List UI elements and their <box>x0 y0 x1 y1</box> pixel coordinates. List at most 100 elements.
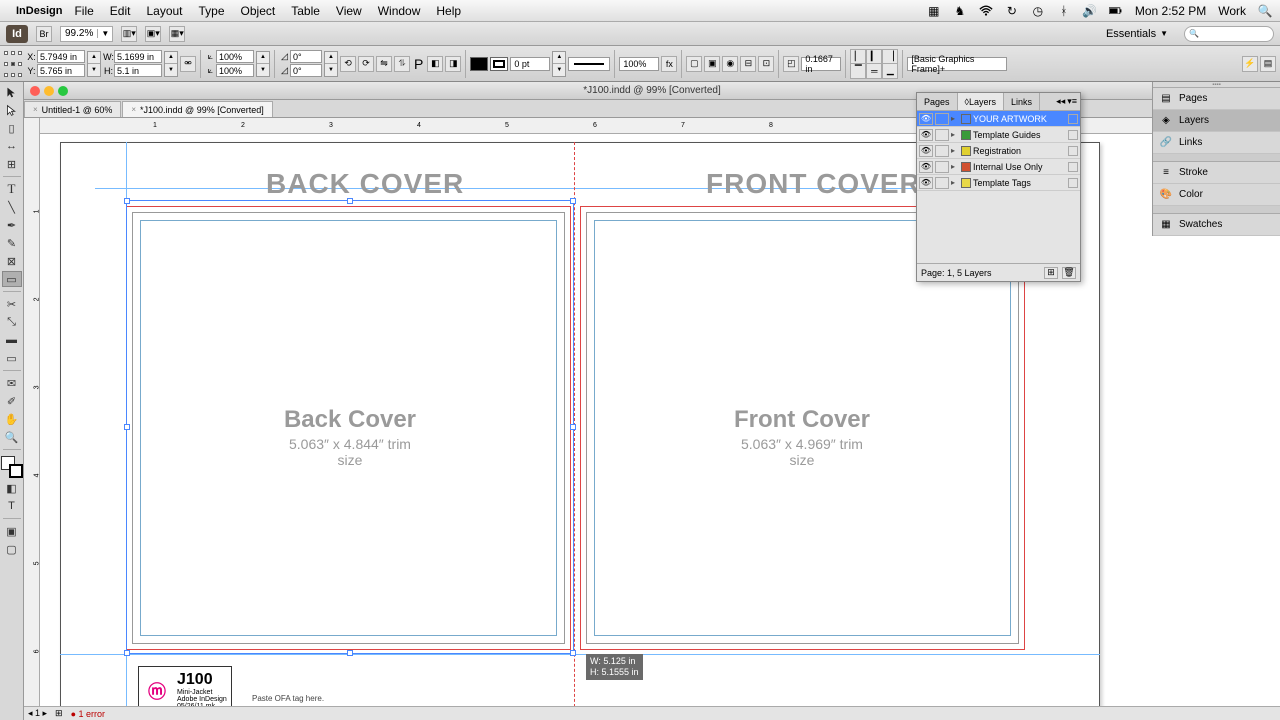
free-transform-tool[interactable]: ⤡ <box>2 314 22 330</box>
panel-tab-layers[interactable]: ◊ Layers <box>958 93 1004 110</box>
workspace-switcher[interactable]: Essentials▼ <box>1098 26 1176 42</box>
menu-help[interactable]: Help <box>436 4 461 18</box>
menuextra-icon[interactable]: ▦ <box>927 4 941 18</box>
y-field[interactable] <box>37 64 85 77</box>
visibility-toggle[interactable]: 👁 <box>919 145 933 157</box>
visibility-toggle[interactable]: 👁 <box>919 161 933 173</box>
view-options-button[interactable]: ▥▾ <box>121 26 137 42</box>
select-content-button[interactable]: ◨ <box>445 56 461 72</box>
pen-tool[interactable]: ✒ <box>2 217 22 233</box>
rotate-field[interactable] <box>290 50 322 63</box>
horizontal-ruler[interactable]: 1 2 3 4 5 6 7 8 <box>40 118 1280 134</box>
vertical-ruler[interactable]: 1 2 3 4 5 6 <box>24 118 40 720</box>
scissors-tool[interactable]: ✂ <box>2 296 22 312</box>
flip-v-button[interactable]: ⥮ <box>394 56 410 72</box>
lock-toggle[interactable] <box>935 177 949 189</box>
fill-stroke-indicator[interactable] <box>1 456 23 478</box>
lock-toggle[interactable] <box>935 129 949 141</box>
stroke-style-dropdown[interactable] <box>568 57 610 71</box>
pencil-tool[interactable]: ✎ <box>2 235 22 251</box>
corner-radius-field[interactable]: 0.1667 in <box>801 57 841 71</box>
formatting-button[interactable]: T <box>2 498 22 514</box>
align-top-button[interactable]: ▔ <box>850 63 866 79</box>
help-search-input[interactable] <box>1184 26 1274 42</box>
constrain-button[interactable]: ⚮ <box>180 56 196 72</box>
layers-panel[interactable]: Pages ◊ Layers Links ◂◂▾≡ 👁 ▸ YOUR ARTWO… <box>916 92 1081 282</box>
zoom-tool[interactable]: 🔍 <box>2 429 22 445</box>
select-container-button[interactable]: ◧ <box>427 56 443 72</box>
disclosure-icon[interactable]: ▸ <box>951 162 959 171</box>
scale-x-field[interactable] <box>216 50 254 63</box>
gradient-swatch-tool[interactable]: ▬ <box>2 332 22 348</box>
close-tab-icon[interactable]: × <box>33 105 38 114</box>
selection-proxy[interactable] <box>1068 162 1078 172</box>
layer-row[interactable]: 👁 ▸ Template Guides <box>917 127 1080 143</box>
line-tool[interactable]: ╲ <box>2 199 22 215</box>
wrap-shape-button[interactable]: ◉ <box>722 56 738 72</box>
dock-links[interactable]: 🔗Links <box>1153 132 1280 154</box>
rotate-cw-button[interactable]: ⟳ <box>358 56 374 72</box>
reference-point[interactable] <box>4 51 22 77</box>
horizontal-guide[interactable] <box>60 654 1100 655</box>
zoom-level[interactable]: 99.2%▼ <box>60 26 113 42</box>
clock[interactable]: Mon 2:52 PM <box>1135 4 1206 18</box>
dock-layers[interactable]: ◈Layers <box>1153 110 1280 132</box>
stroke-stepper[interactable]: ▲▼ <box>552 51 566 77</box>
quick-apply-button[interactable]: ⚡ <box>1242 56 1258 72</box>
timemachine-icon[interactable]: ◷ <box>1031 4 1045 18</box>
menuextra-icon[interactable]: ♞ <box>953 4 967 18</box>
object-style-dropdown[interactable]: [Basic Graphics Frame]+ <box>907 57 1007 71</box>
menu-layout[interactable]: Layout <box>146 4 182 18</box>
visibility-toggle[interactable]: 👁 <box>919 113 933 125</box>
menu-edit[interactable]: Edit <box>110 4 131 18</box>
align-vcenter-button[interactable]: ═ <box>866 63 882 79</box>
collapse-panel-icon[interactable]: ◂◂ <box>1056 96 1065 107</box>
stroke-weight-field[interactable]: 0 pt <box>510 57 550 71</box>
hand-tool[interactable]: ✋ <box>2 411 22 427</box>
note-tool[interactable]: ✉ <box>2 375 22 391</box>
layer-row[interactable]: 👁 ▸ YOUR ARTWORK <box>917 111 1080 127</box>
menu-table[interactable]: Table <box>291 4 320 18</box>
visibility-toggle[interactable]: 👁 <box>919 177 933 189</box>
rotate-ccw-button[interactable]: ⟲ <box>340 56 356 72</box>
opacity-field[interactable]: 100% <box>619 57 659 71</box>
dock-pages[interactable]: ▤Pages <box>1153 88 1280 110</box>
user-menu[interactable]: Work <box>1218 4 1246 18</box>
wrap-none-button[interactable]: ▢ <box>686 56 702 72</box>
scale-stepper[interactable]: ▲▼ <box>256 51 270 77</box>
content-collector-tool[interactable]: ⊞ <box>2 156 22 172</box>
selection-proxy[interactable] <box>1068 178 1078 188</box>
flip-h-button[interactable]: ⇋ <box>376 56 392 72</box>
align-bottom-button[interactable]: ▁ <box>882 63 898 79</box>
selection-proxy[interactable] <box>1068 130 1078 140</box>
panel-tab-links[interactable]: Links <box>1004 93 1040 110</box>
wrap-column-button[interactable]: ⊡ <box>758 56 774 72</box>
dock-color[interactable]: 🎨Color <box>1153 184 1280 206</box>
wh-stepper[interactable]: ▲▼ <box>164 51 178 77</box>
x-stepper[interactable]: ▲▼ <box>87 51 101 77</box>
panel-tab-pages[interactable]: Pages <box>917 93 958 110</box>
default-colors-button[interactable]: ◧ <box>2 480 22 496</box>
layer-row[interactable]: 👁 ▸ Internal Use Only <box>917 159 1080 175</box>
h-field[interactable] <box>114 64 162 77</box>
rectangle-frame-tool[interactable]: ⊠ <box>2 253 22 269</box>
w-field[interactable] <box>114 50 162 63</box>
scale-y-field[interactable] <box>216 64 254 77</box>
menu-type[interactable]: Type <box>199 4 225 18</box>
corner-button[interactable]: ◰ <box>783 56 799 72</box>
preflight-errors[interactable]: ● 1 error <box>71 709 105 719</box>
open-button[interactable]: ⊞ <box>55 708 63 719</box>
new-layer-button[interactable]: ⊞ <box>1044 267 1058 279</box>
selection-proxy[interactable] <box>1068 146 1078 156</box>
selection-proxy[interactable] <box>1068 114 1078 124</box>
fill-swatch[interactable] <box>470 57 488 71</box>
effects-button[interactable]: fx <box>661 56 677 72</box>
wrap-bbox-button[interactable]: ▣ <box>704 56 720 72</box>
page-tool[interactable]: ▯ <box>2 120 22 136</box>
stroke-swatch[interactable] <box>490 57 508 71</box>
dock-stroke[interactable]: ≡Stroke <box>1153 162 1280 184</box>
selection-frame[interactable] <box>126 200 574 654</box>
rectangle-tool[interactable]: ▭ <box>2 271 22 287</box>
normal-view-button[interactable]: ▣ <box>2 523 22 539</box>
rot-stepper[interactable]: ▲▼ <box>324 51 338 77</box>
